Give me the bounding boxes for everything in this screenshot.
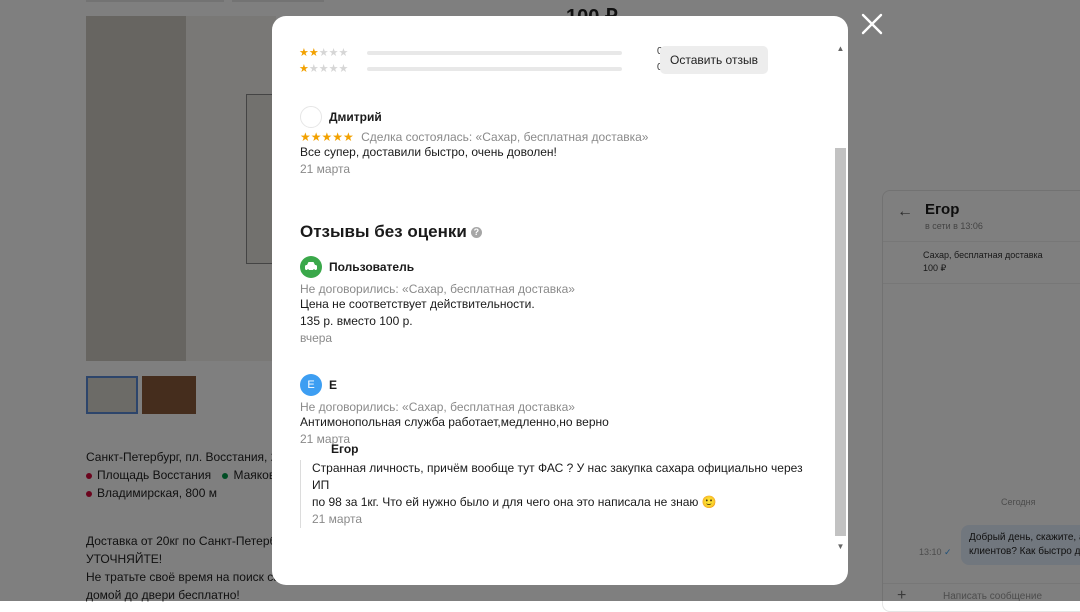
- review-author[interactable]: Дмитрий: [329, 110, 382, 124]
- reviews-modal: ★★★★★ 0 ★★★★★ 0 Оставить отзыв Дмитрий ★…: [272, 16, 848, 585]
- avatar[interactable]: Е: [300, 374, 322, 396]
- rating-bar: [367, 67, 622, 71]
- review-meta: ★★★★★ Сделка состоялась: «Сахар, бесплат…: [300, 130, 820, 144]
- review-deal: Не договорились: «Сахар, бесплатная дост…: [300, 282, 575, 296]
- review-author[interactable]: Е: [329, 378, 337, 392]
- review-author-row: Дмитрий: [300, 106, 820, 128]
- review-text: 135 р. вместо 100 р.: [300, 314, 413, 328]
- star-rating-icon: ★★★★★: [299, 47, 349, 59]
- review-date: 21 марта: [300, 162, 351, 176]
- review-deal: Не договорились: «Сахар, бесплатная дост…: [300, 400, 575, 414]
- star-rating-icon: ★★★★★: [300, 130, 354, 144]
- scrollbar-thumb[interactable]: [835, 148, 846, 536]
- car-avatar-icon[interactable]: [300, 256, 322, 278]
- leave-review-button[interactable]: Оставить отзыв: [660, 46, 768, 74]
- review-item: Дмитрий ★★★★★ Сделка состоялась: «Сахар,…: [300, 106, 820, 178]
- scrollbar[interactable]: ▲ ▼: [835, 44, 846, 552]
- review-date: 21 марта: [300, 432, 351, 446]
- scroll-down-icon[interactable]: ▼: [835, 542, 846, 552]
- help-icon[interactable]: ?: [470, 227, 482, 239]
- reply-date: 21 марта: [312, 512, 363, 526]
- review-author-row: Пользователь: [300, 256, 820, 278]
- review-deal: Сделка состоялась: «Сахар, бесплатная до…: [361, 130, 649, 144]
- review-text: Антимонопольная служба работает,медленно…: [300, 415, 609, 429]
- review-author[interactable]: Пользователь: [329, 260, 414, 274]
- review-author-row: Е Е: [300, 374, 820, 396]
- close-icon[interactable]: [858, 12, 886, 40]
- section-title-text: Отзывы без оценки: [300, 222, 467, 241]
- reply-text: по 98 за 1кг. Что ей нужно было и для че…: [312, 495, 717, 509]
- close-icon-svg: [861, 13, 883, 35]
- review-text: Все супер, доставили быстро, очень довол…: [300, 145, 557, 159]
- unrated-reviews-title: Отзывы без оценки?: [300, 222, 482, 242]
- review-date: вчера: [300, 331, 333, 345]
- reply-text: Странная личность, причём вообще тут ФАС…: [312, 461, 803, 492]
- avatar[interactable]: [300, 106, 322, 128]
- scroll-up-icon[interactable]: ▲: [835, 44, 846, 54]
- rating-row-2-stars: ★★★★★ 0: [299, 46, 663, 60]
- review-text: Цена не соответствует действительности.: [300, 297, 535, 311]
- rating-bar: [367, 51, 622, 55]
- reply-author: Егор: [331, 442, 359, 456]
- star-rating-icon: ★★★★★: [299, 63, 349, 75]
- seller-reply: Егор Странная личность, причём вообще ту…: [300, 442, 822, 528]
- rating-row-1-star: ★★★★★ 0: [299, 62, 663, 76]
- car-icon: [305, 262, 317, 272]
- review-item: Пользователь Не договорились: «Сахар, бе…: [300, 256, 820, 347]
- review-item: Е Е Не договорились: «Сахар, бесплатная …: [300, 374, 820, 448]
